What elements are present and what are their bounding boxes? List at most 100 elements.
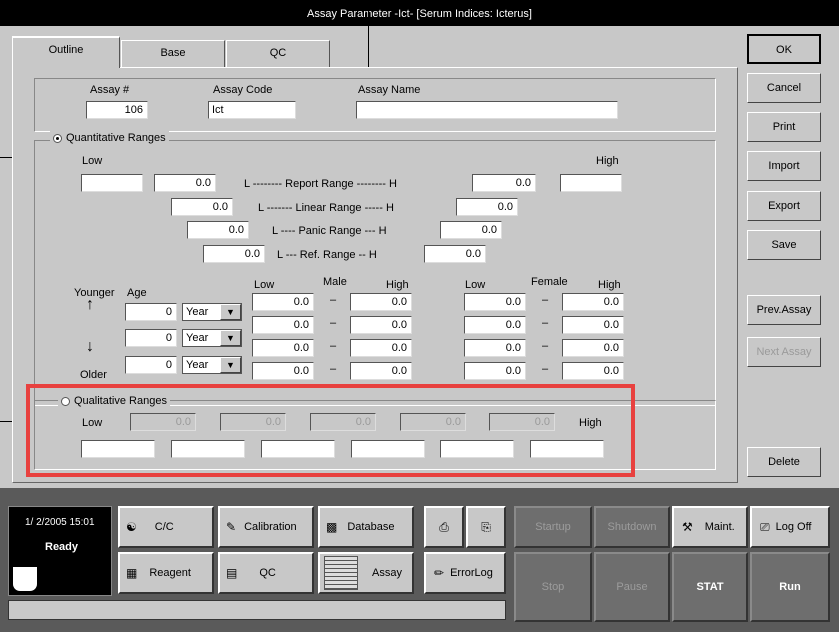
tab-base[interactable]: Base [121,40,225,68]
report-range-high-extra-field[interactable] [560,174,622,192]
import-button-label: Import [768,160,800,172]
range-dash: – [330,340,337,352]
age-field-3[interactable]: 0 [125,356,177,374]
pause-button[interactable]: Pause [594,552,670,622]
report-print-button[interactable]: ⎘ [466,506,506,548]
cc-button[interactable]: ☯ C/C [118,506,214,548]
linear-range-high-field[interactable]: 0.0 [456,198,518,216]
stat-button-label: STAT [696,581,724,593]
startup-button-label: Startup [535,521,571,533]
age-unit-value-3: Year [186,359,209,371]
stop-button[interactable]: Stop [514,552,592,622]
next-assay-button[interactable]: Next Assay [747,337,821,367]
report-range-low-field[interactable]: 0.0 [154,174,216,192]
female-high-field-2[interactable]: 0.0 [562,316,624,334]
reagent-bottle-icon [13,567,37,591]
male-header: Male [323,276,347,288]
female-low-field-3[interactable]: 0.0 [464,339,526,357]
import-button[interactable]: Import [747,151,821,181]
quantitative-radio[interactable] [53,133,62,143]
printer-icon: ⎙ [439,520,449,534]
male-high-field-4[interactable]: 0.0 [350,362,412,380]
cc-button-label: C/C [154,521,174,533]
startup-button[interactable]: Startup [514,506,592,548]
female-low-field-2[interactable]: 0.0 [464,316,526,334]
print-button-label: Print [772,121,796,133]
calibration-button[interactable]: ✎ Calibration [218,506,314,548]
errorlog-button-label: ErrorLog [450,567,493,579]
ref-range-label: L --- Ref. Range -- H [277,249,377,261]
save-button[interactable]: Save [747,230,821,260]
male-low-field-2[interactable]: 0.0 [252,316,314,334]
linear-range-label: L ------- Linear Range ----- H [258,202,394,214]
report-print-icon: ⎘ [481,520,491,534]
ref-range-low-field[interactable]: 0.0 [203,245,265,263]
linear-range-low-field[interactable]: 0.0 [171,198,233,216]
male-low-field-4[interactable]: 0.0 [252,362,314,380]
dropdown-arrow-icon[interactable]: ▼ [220,304,241,320]
assay-code-field[interactable]: Ict [208,101,296,119]
panic-range-high-field[interactable]: 0.0 [440,221,502,239]
age-field-2[interactable]: 0 [125,329,177,347]
age-label: Age [127,287,147,299]
wrench-icon: ⚒ [682,520,693,534]
delete-button-label: Delete [768,456,800,468]
status-state: Ready [45,541,79,553]
print-button[interactable]: Print [747,112,821,142]
male-high-field-2[interactable]: 0.0 [350,316,412,334]
assay-number-label: Assay # [90,84,130,96]
male-high-field-1[interactable]: 0.0 [350,293,412,311]
tab-outline[interactable]: Outline [12,36,120,68]
male-low-field-1[interactable]: 0.0 [252,293,314,311]
cancel-button[interactable]: Cancel [747,73,821,103]
panic-range-label: L ---- Panic Range --- H [272,225,387,237]
run-button[interactable]: Run [750,552,830,622]
female-high-field-3[interactable]: 0.0 [562,339,624,357]
stat-button[interactable]: STAT [672,552,748,622]
female-high-field-4[interactable]: 0.0 [562,362,624,380]
assay-button-label: Assay [372,567,402,579]
ok-button[interactable]: OK [747,34,821,64]
ref-range-high-field[interactable]: 0.0 [424,245,486,263]
next-assay-button-label: Next Assay [756,346,812,358]
assay-name-field[interactable] [356,101,618,119]
assay-code-label: Assay Code [213,84,273,96]
database-button[interactable]: ▩ Database [318,506,414,548]
database-button-label: Database [347,521,395,533]
range-dash: – [330,317,337,329]
dropdown-arrow-icon[interactable]: ▼ [220,330,241,346]
range-dash: – [542,317,549,329]
male-high-header: High [386,279,409,291]
reagent-button[interactable]: ▦ Reagent [118,552,214,594]
save-button-label: Save [771,239,797,251]
pause-button-label: Pause [616,581,648,593]
shutdown-button[interactable]: Shutdown [594,506,670,548]
male-low-field-3[interactable]: 0.0 [252,339,314,357]
calibration-icon: ✎ [226,520,237,534]
male-high-field-3[interactable]: 0.0 [350,339,412,357]
errorlog-button[interactable]: ✏ ErrorLog [424,552,506,594]
window-title: Assay Parameter -Ict- [Serum Indices: Ic… [307,8,532,20]
window-title-bar: Assay Parameter -Ict- [Serum Indices: Ic… [0,0,839,26]
tab-outline-label: Outline [48,44,84,56]
quantitative-ranges-header: Quantitative Ranges [50,131,169,145]
dropdown-arrow-icon[interactable]: ▼ [220,357,241,373]
prev-assay-button[interactable]: Prev.Assay [747,295,821,325]
export-button[interactable]: Export [747,191,821,221]
tab-qc[interactable]: QC [226,40,330,68]
age-field-1[interactable]: 0 [125,303,177,321]
female-high-field-1[interactable]: 0.0 [562,293,624,311]
logoff-button[interactable]: ⎚ Log Off [750,506,830,548]
qc-button[interactable]: ▤ QC [218,552,314,594]
assay-name-label: Assay Name [358,84,421,96]
maint-button[interactable]: ⚒ Maint. [672,506,748,548]
delete-button[interactable]: Delete [747,447,821,477]
panic-range-low-field[interactable]: 0.0 [187,221,249,239]
female-low-field-1[interactable]: 0.0 [464,293,526,311]
assay-button[interactable]: Assay [318,552,414,594]
assay-number-field[interactable]: 106 [86,101,148,119]
printer-button[interactable]: ⎙ [424,506,464,548]
female-low-field-4[interactable]: 0.0 [464,362,526,380]
report-range-low-extra-field[interactable] [81,174,143,192]
report-range-high-field[interactable]: 0.0 [472,174,536,192]
